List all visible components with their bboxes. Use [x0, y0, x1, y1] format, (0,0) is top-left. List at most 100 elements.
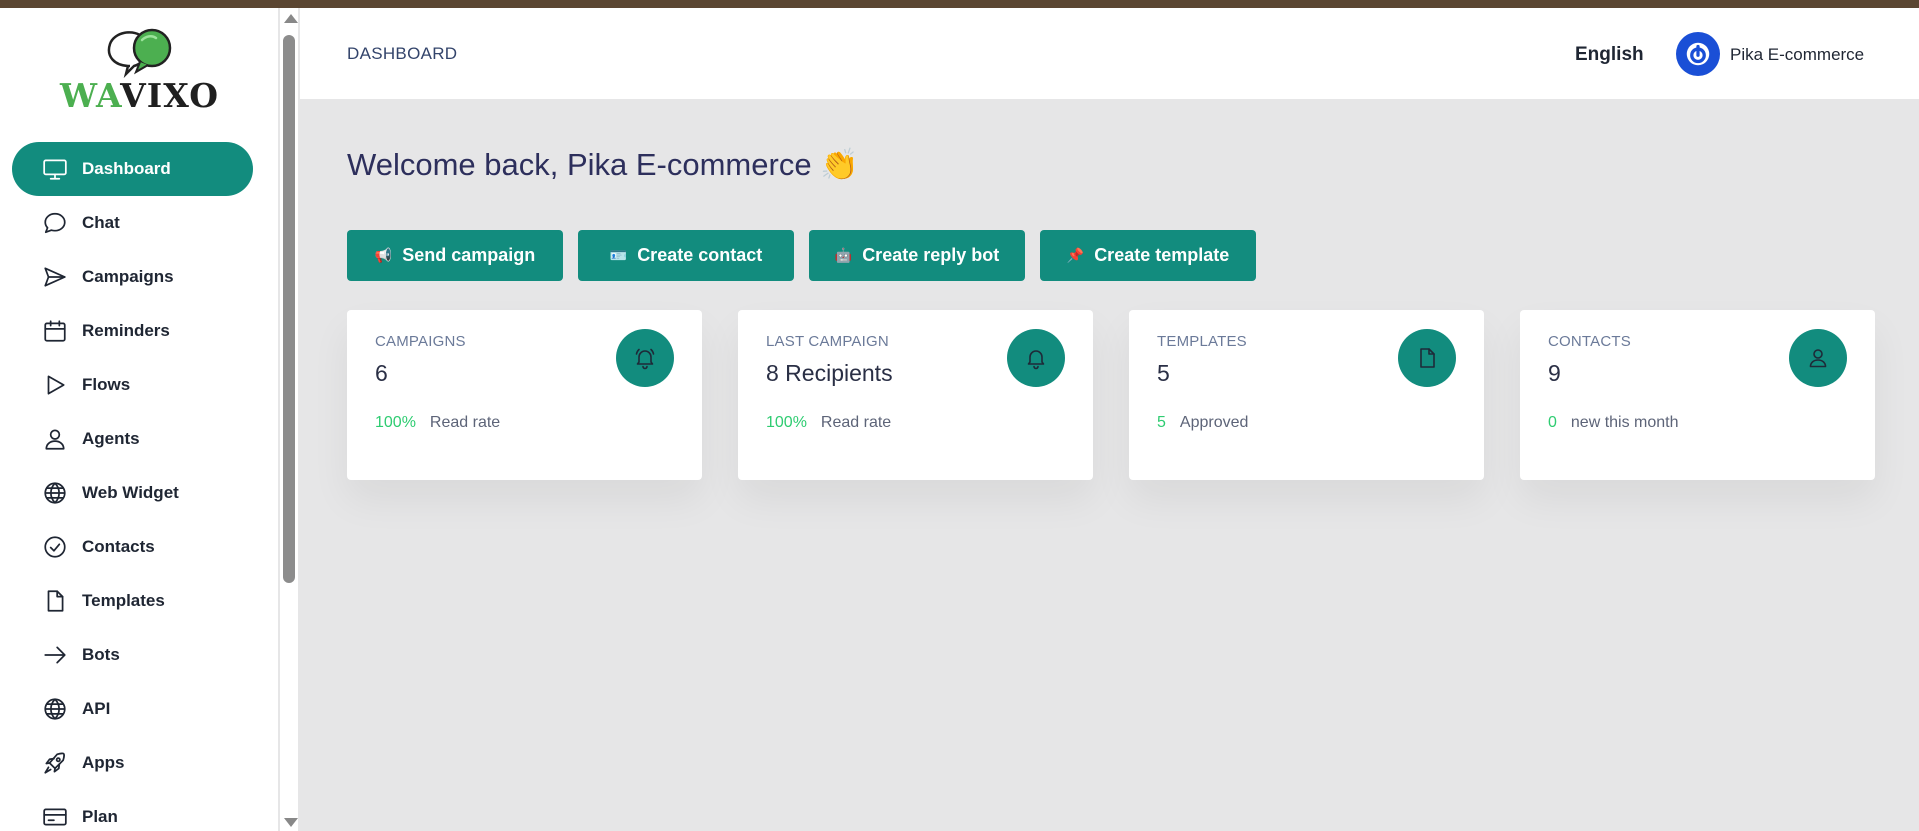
chat-bubble-icon [42, 210, 68, 236]
sidebar-nav: Dashboard Chat Campaigns Reminders Flows… [12, 142, 253, 831]
stat-footer: 100% Read rate [766, 414, 891, 432]
globe-icon [42, 696, 68, 722]
stat-card-contacts[interactable]: CONTACTS 9 0 new this month [1520, 310, 1875, 480]
sidebar-item-plan[interactable]: Plan [12, 790, 253, 831]
sidebar-item-contacts[interactable]: Contacts [12, 520, 253, 574]
stat-highlight: 0 [1548, 414, 1557, 431]
sidebar-item-label: Apps [82, 753, 125, 772]
sidebar-item-label: Web Widget [82, 483, 179, 502]
breadcrumb[interactable]: DASHBOARD [347, 44, 457, 64]
button-label: Send campaign [402, 245, 536, 265]
sidebar-item-label: Agents [82, 429, 140, 448]
stat-highlight: 100% [766, 414, 807, 431]
monitor-icon [42, 156, 68, 182]
stat-icon-badge [1398, 329, 1456, 387]
sidebar-item-dashboard[interactable]: Dashboard [12, 142, 253, 196]
send-icon [42, 264, 68, 290]
stat-caption: TEMPLATES [1157, 333, 1247, 350]
sidebar-item-label: Dashboard [82, 159, 171, 178]
sidebar-item-agents[interactable]: Agents [12, 412, 253, 466]
sidebar-item-label: Plan [82, 807, 118, 826]
stat-note: Read rate [820, 414, 892, 431]
create-reply-bot-button[interactable]: 🤖 Create reply bot [809, 230, 1025, 281]
sidebar-scrollbar[interactable] [280, 8, 298, 831]
button-label: Create reply bot [862, 245, 1000, 265]
button-label: Create template [1094, 245, 1230, 265]
power-icon [1686, 42, 1710, 66]
sidebar-item-flows[interactable]: Flows [12, 358, 253, 412]
stat-highlight: 5 [1157, 414, 1166, 431]
stat-note: Read rate [429, 414, 501, 431]
sidebar-item-label: Bots [82, 645, 120, 664]
stat-note: new this month [1570, 414, 1679, 431]
stat-value: 9 [1548, 360, 1561, 386]
robot-icon: 🤖 [834, 247, 853, 263]
credit-card-icon [42, 804, 68, 830]
sidebar: WAVIXO Dashboard Chat Campaigns Reminder… [0, 8, 278, 831]
scroll-up-arrow-icon[interactable] [284, 14, 298, 23]
user-icon [1809, 349, 1827, 368]
stat-highlight: 100% [375, 414, 416, 431]
stat-card-last-campaign[interactable]: LAST CAMPAIGN 8 Recipients 100% Read rate [738, 310, 1093, 480]
create-template-button[interactable]: 📌 Create template [1040, 230, 1256, 281]
scroll-down-arrow-icon[interactable] [284, 818, 298, 827]
scroll-thumb[interactable] [283, 35, 295, 583]
play-icon [42, 372, 68, 398]
quick-actions: 📢 Send campaign 🪪 Create contact 🤖 Creat… [347, 230, 1256, 281]
stat-value: 6 [375, 360, 388, 386]
file-icon [42, 588, 68, 614]
page-title: Welcome back, Pika E-commerce 👏 [347, 147, 859, 182]
sidebar-item-api[interactable]: API [12, 682, 253, 736]
sidebar-item-bots[interactable]: Bots [12, 628, 253, 682]
calendar-icon [42, 318, 68, 344]
stat-icon-badge [1007, 329, 1065, 387]
sidebar-item-label: API [82, 699, 111, 718]
stat-note: Approved [1179, 414, 1249, 431]
sidebar-item-label: Flows [82, 375, 131, 394]
sidebar-item-label: Campaigns [82, 267, 174, 286]
sidebar-item-campaigns[interactable]: Campaigns [12, 250, 253, 304]
pushpin-icon: 📌 [1066, 247, 1085, 263]
stat-card-campaigns[interactable]: CAMPAIGNS 6 100% Read rate [347, 310, 702, 480]
top-accent-bar [0, 0, 1919, 8]
id-card-icon: 🪪 [609, 247, 628, 263]
stat-icon-badge [1789, 329, 1847, 387]
megaphone-icon: 📢 [374, 247, 393, 263]
stat-caption: CONTACTS [1548, 333, 1631, 350]
rocket-icon [42, 750, 68, 776]
stat-caption: CAMPAIGNS [375, 333, 466, 350]
sidebar-item-label: Chat [82, 213, 120, 232]
check-circle-icon [42, 534, 68, 560]
stat-icon-badge [616, 329, 674, 387]
avatar[interactable] [1676, 32, 1720, 76]
sidebar-item-templates[interactable]: Templates [12, 574, 253, 628]
stat-value: 5 [1157, 360, 1170, 386]
stat-caption: LAST CAMPAIGN [766, 333, 889, 350]
stat-card-templates[interactable]: TEMPLATES 5 5 Approved [1129, 310, 1484, 480]
language-selector[interactable]: English [1575, 44, 1644, 66]
file-icon [1420, 348, 1435, 368]
user-icon [42, 426, 68, 452]
sidebar-item-web-widget[interactable]: Web Widget [12, 466, 253, 520]
bell-icon [1027, 350, 1045, 370]
arrow-right-icon [42, 642, 68, 668]
button-label: Create contact [637, 245, 763, 265]
sidebar-item-chat[interactable]: Chat [12, 196, 253, 250]
send-campaign-button[interactable]: 📢 Send campaign [347, 230, 563, 281]
sidebar-item-label: Contacts [82, 537, 155, 556]
top-header: DASHBOARD English Pika E-commerce [300, 8, 1919, 99]
logo-wordmark: WAVIXO [60, 76, 219, 115]
sidebar-item-reminders[interactable]: Reminders [12, 304, 253, 358]
wavixo-logo[interactable]: WAVIXO [60, 26, 220, 116]
stat-footer: 0 new this month [1548, 414, 1679, 432]
sidebar-item-label: Templates [82, 591, 165, 610]
sidebar-item-apps[interactable]: Apps [12, 736, 253, 790]
user-name[interactable]: Pika E-commerce [1730, 45, 1864, 65]
create-contact-button[interactable]: 🪪 Create contact [578, 230, 794, 281]
stat-footer: 5 Approved [1157, 414, 1248, 432]
chat-bubbles-logo-icon [107, 28, 172, 78]
globe-icon [42, 480, 68, 506]
sidebar-item-label: Reminders [82, 321, 170, 340]
bell-icon [635, 348, 655, 370]
stats-cards: CAMPAIGNS 6 100% Read rate LAST CAMPAIGN … [347, 310, 1875, 480]
